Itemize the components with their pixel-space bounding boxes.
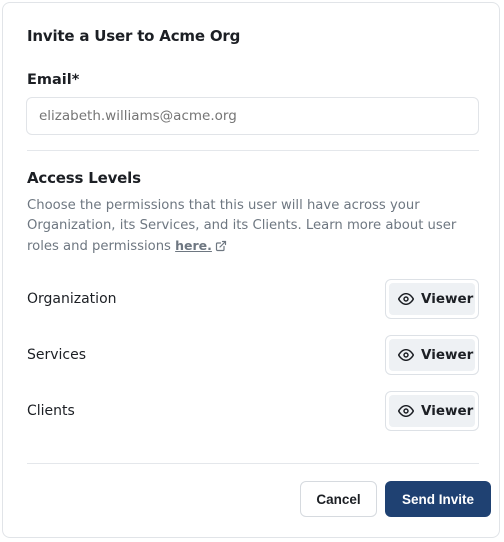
cancel-button[interactable]: Cancel bbox=[300, 481, 377, 517]
email-label: Email* bbox=[27, 72, 80, 88]
modal-title: Invite a User to Acme Org bbox=[27, 27, 241, 45]
eye-icon bbox=[398, 405, 414, 417]
invite-user-modal: Invite a User to Acme Org Email* Access … bbox=[2, 2, 500, 538]
email-input[interactable] bbox=[26, 97, 479, 135]
services-role-label: Viewer bbox=[421, 347, 474, 363]
eye-icon bbox=[398, 349, 414, 361]
access-levels-title: Access Levels bbox=[27, 169, 141, 187]
clients-role-button[interactable]: Viewer bbox=[385, 391, 479, 431]
footer-divider bbox=[27, 463, 479, 464]
clients-role-inner: Viewer bbox=[389, 395, 475, 427]
access-levels-description: Choose the permissions that this user wi… bbox=[27, 196, 487, 257]
organization-role-label: Viewer bbox=[421, 291, 474, 307]
services-role-inner: Viewer bbox=[389, 339, 475, 371]
organization-label: Organization bbox=[27, 291, 117, 307]
organization-role-inner: Viewer bbox=[389, 283, 475, 315]
send-invite-button[interactable]: Send Invite bbox=[385, 481, 491, 517]
access-description-text: Choose the permissions that this user wi… bbox=[27, 198, 457, 254]
learn-more-link[interactable]: here. bbox=[175, 238, 212, 253]
services-label: Services bbox=[27, 347, 87, 363]
eye-icon bbox=[398, 293, 414, 305]
services-role-button[interactable]: Viewer bbox=[385, 335, 479, 375]
external-link-icon[interactable] bbox=[215, 240, 227, 252]
clients-label: Clients bbox=[27, 403, 75, 419]
clients-role-label: Viewer bbox=[421, 403, 474, 419]
organization-role-button[interactable]: Viewer bbox=[385, 279, 479, 319]
divider bbox=[27, 150, 479, 151]
